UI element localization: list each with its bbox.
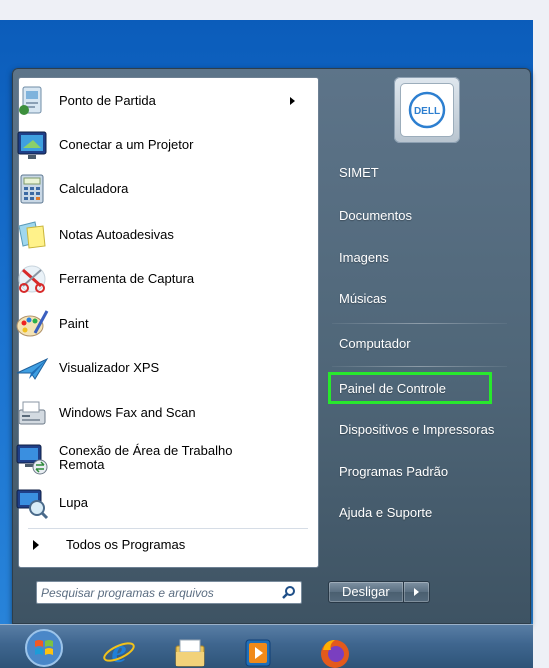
program-paint[interactable]: Paint	[13, 305, 305, 343]
getting-started-icon	[13, 82, 51, 120]
right-separator	[332, 323, 507, 324]
program-ferramenta-captura[interactable]: Ferramenta de Captura	[13, 260, 305, 298]
right-item-dispositivos-impressoras[interactable]: Dispositivos e Impressoras	[339, 422, 494, 437]
user-picture[interactable]: DELL	[394, 77, 460, 143]
windows-explorer-icon[interactable]	[172, 632, 208, 668]
dell-logo: DELL	[401, 84, 453, 136]
right-item-programas-padrao[interactable]: Programas Padrão	[339, 464, 448, 479]
search-icon[interactable]	[281, 585, 297, 601]
all-programs-label: Todos os Programas	[66, 537, 186, 552]
shutdown-options-button[interactable]	[403, 581, 430, 603]
program-visualizador-xps[interactable]: Visualizador XPS	[13, 349, 305, 387]
sticky-notes-icon	[13, 216, 51, 254]
right-item-computador[interactable]: Computador	[339, 336, 411, 351]
program-label: Conexão de Área de Trabalho Remota	[59, 444, 232, 472]
page-margin-right	[533, 0, 549, 668]
firefox-icon[interactable]	[317, 632, 353, 668]
shutdown-control: Desligar	[328, 581, 430, 603]
program-label: Lupa	[59, 495, 88, 510]
program-calculadora[interactable]: Calculadora	[13, 170, 305, 208]
right-item-musicas[interactable]: Músicas	[339, 291, 387, 306]
right-item-painel-de-controle[interactable]: Painel de Controle	[339, 381, 446, 396]
program-conectar-projetor[interactable]: Conectar a um Projetor	[13, 126, 305, 164]
program-label: Ferramenta de Captura	[59, 271, 195, 286]
fax-scan-icon	[13, 394, 51, 432]
xps-viewer-icon	[13, 349, 51, 387]
program-label: Conectar a um Projetor	[59, 137, 194, 152]
program-label-line-1: Conexão de Área de Trabalho	[59, 443, 233, 458]
program-label: Visualizador XPS	[59, 360, 160, 375]
program-label: Windows Fax and Scan	[59, 405, 196, 420]
page-margin-top	[0, 0, 549, 20]
start-orb-icon[interactable]	[24, 626, 64, 668]
program-label: Calculadora	[59, 181, 129, 196]
search-input[interactable]	[41, 584, 273, 601]
program-conexao-area-trabalho-remota[interactable]: Conexão de Área de Trabalho Remota	[13, 439, 305, 477]
right-item-ajuda-suporte[interactable]: Ajuda e Suporte	[339, 505, 432, 520]
program-label: Paint	[59, 316, 89, 331]
shutdown-button[interactable]: Desligar	[328, 581, 404, 603]
right-item-documentos[interactable]: Documentos	[339, 208, 412, 223]
program-label: Notas Autoadesivas	[59, 227, 174, 242]
calculator-icon	[13, 170, 51, 208]
remote-desktop-icon	[13, 439, 51, 477]
magnifier-icon	[13, 484, 51, 522]
snipping-tool-icon	[13, 260, 51, 298]
svg-text:e: e	[111, 633, 126, 668]
search-box[interactable]	[36, 581, 302, 604]
program-lupa[interactable]: Lupa	[13, 484, 305, 522]
program-label: Ponto de Partida	[59, 93, 156, 108]
right-separator	[332, 366, 507, 367]
right-item-imagens[interactable]: Imagens	[339, 250, 389, 265]
program-notas-autoadesivas[interactable]: Notas Autoadesivas	[13, 216, 305, 254]
right-item-simet[interactable]: SIMET	[339, 165, 379, 180]
program-label-line-2: Remota	[59, 457, 105, 472]
programs-separator	[28, 528, 308, 529]
paint-icon	[13, 305, 51, 343]
projector-icon	[13, 126, 51, 164]
chevron-right-icon	[413, 588, 419, 596]
submenu-arrow-icon	[290, 97, 295, 105]
program-ponto-de-partida[interactable]: Ponto de Partida	[13, 82, 305, 120]
internet-explorer-icon[interactable]: e	[101, 632, 137, 668]
media-player-icon[interactable]	[240, 632, 276, 668]
dell-logo-text: DELL	[414, 106, 440, 117]
all-programs-arrow-icon	[33, 539, 39, 550]
all-programs-button[interactable]: Todos os Programas	[33, 537, 185, 552]
program-windows-fax-scan[interactable]: Windows Fax and Scan	[13, 394, 305, 432]
